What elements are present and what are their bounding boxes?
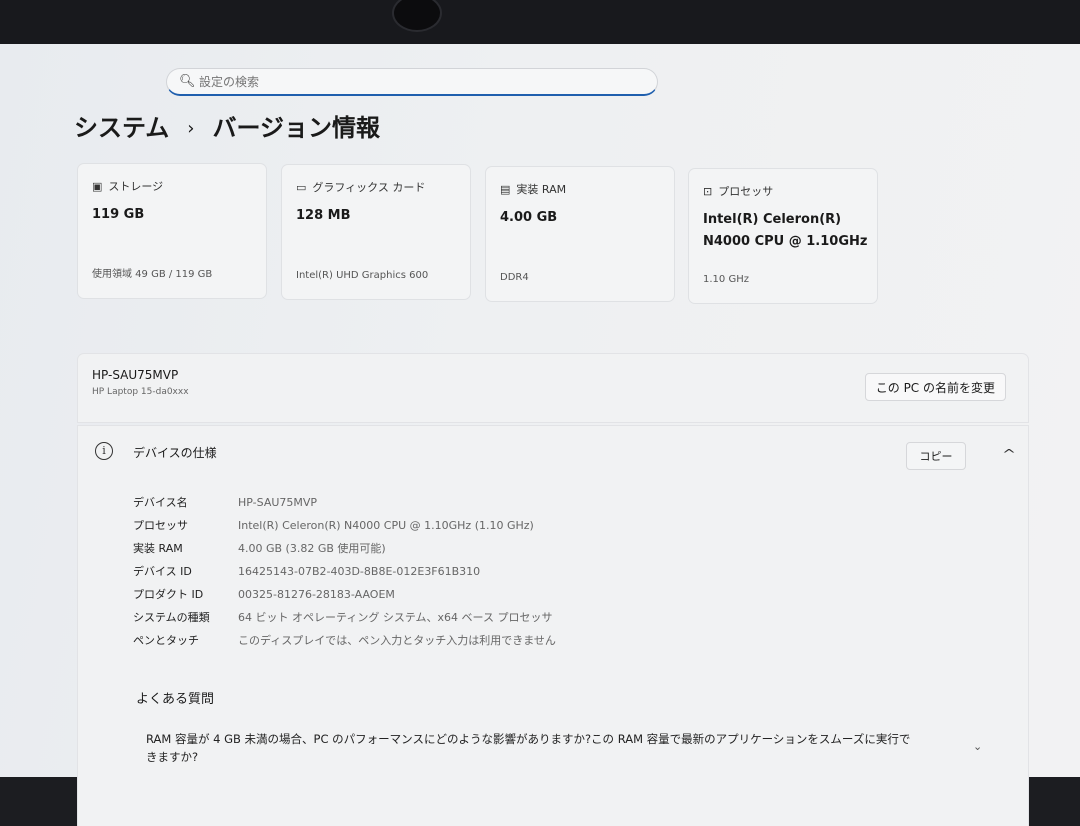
pc-name-panel: HP-SAU75MVP HP Laptop 15-da0xxx この PC の名…	[78, 354, 1028, 422]
rename-pc-button[interactable]: この PC の名前を変更	[864, 373, 1006, 401]
spec-value: 16425143-07B2-403D-8B8E-012E3F61B310	[238, 565, 481, 578]
chevron-down-icon[interactable]: ⌄	[973, 740, 982, 753]
ram-value: 4.00 GB	[500, 207, 557, 229]
spec-row-ram: 実装 RAM 4.00 GB (3.82 GB 使用可能)	[133, 540, 386, 562]
processor-label-row: ⊡ プロセッサ	[703, 183, 773, 199]
ram-icon: ▤	[500, 183, 511, 196]
graphics-value-text: 128 MB	[296, 208, 351, 223]
webcam	[392, 0, 442, 32]
device-specs-panel: i デバイスの仕様 コピー ^ デバイス名 HP-SAU75MVP プロセッサ In…	[78, 426, 1028, 826]
spec-key: デバイス名	[133, 496, 188, 509]
search-input[interactable]	[199, 72, 639, 92]
device-specs-title: デバイスの仕様	[133, 446, 217, 460]
pc-name: HP-SAU75MVP	[92, 368, 179, 382]
faq-title: よくある質問	[136, 692, 215, 707]
spec-key: デバイス ID	[133, 565, 192, 578]
processor-value: Intel(R) Celeron(R) N4000 CPU @ 1.10GHz	[703, 209, 867, 253]
spec-value: 64 ビット オペレーティング システム、x64 ベース プロセッサ	[238, 611, 553, 624]
processor-card: ⊡ プロセッサ Intel(R) Celeron(R) N4000 CPU @ 1…	[689, 169, 877, 303]
spec-value: Intel(R) Celeron(R) N4000 CPU @ 1.10GHz …	[238, 519, 534, 532]
spec-row-processor: プロセッサ Intel(R) Celeron(R) N4000 CPU @ 1.1…	[133, 517, 534, 539]
ram-label-row: ▤ 実装 RAM	[500, 181, 566, 197]
storage-label-row: ▣ ストレージ	[92, 178, 163, 194]
processor-value-line2: N4000 CPU @ 1.10GHz	[703, 234, 868, 249]
breadcrumb-parent[interactable]: システム	[74, 114, 169, 142]
ram-card: ▤ 実装 RAM 4.00 GB DDR4	[486, 167, 674, 301]
storage-value: 119 GB	[92, 204, 144, 226]
processor-value-line1: Intel(R) Celeron(R)	[703, 212, 842, 227]
chevron-up-icon[interactable]: ^	[1002, 447, 1016, 461]
spec-row-system-type: システムの種類 64 ビット オペレーティング システム、x64 ベース プロセッ…	[133, 609, 552, 631]
graphics-value: 128 MB	[296, 205, 351, 227]
spec-row-device-name: デバイス名 HP-SAU75MVP	[133, 494, 317, 516]
storage-card: ▣ ストレージ 119 GB 使用領域 49 GB / 119 GB	[78, 164, 266, 298]
ram-type: DDR4	[500, 272, 529, 283]
spec-value: 00325-81276-28183-AAOEM	[238, 588, 395, 601]
storage-usage: 使用領域 49 GB / 119 GB	[92, 269, 213, 280]
graphics-card-icon: ▭	[296, 181, 307, 194]
graphics-model: Intel(R) UHD Graphics 600	[296, 270, 429, 281]
spec-row-device-id: デバイス ID 16425143-07B2-403D-8B8E-012E3F61B…	[133, 563, 480, 585]
spec-value: HP-SAU75MVP	[238, 496, 318, 509]
info-icon: i	[95, 442, 113, 460]
spec-value: 4.00 GB (3.82 GB 使用可能)	[238, 542, 386, 555]
settings-window: 🔍︎ システム › バージョン情報 ▣ ストレージ 119 GB 使用領域 49 GB…	[0, 44, 1080, 826]
storage-label: ストレージ	[108, 180, 164, 193]
copy-button[interactable]: コピー	[906, 442, 966, 470]
ram-value-text: 4.00 GB	[500, 210, 558, 225]
spec-key: 実装 RAM	[133, 542, 183, 555]
storage-icon: ▣	[92, 180, 103, 193]
graphics-card: ▭ グラフィックス カード 128 MB Intel(R) UHD Graphic…	[282, 165, 470, 299]
pc-model: HP Laptop 15-da0xxx	[92, 387, 189, 397]
spec-key: ペンとタッチ	[133, 634, 199, 647]
graphics-label-row: ▭ グラフィックス カード	[296, 179, 425, 195]
spec-row-pen-touch: ペンとタッチ このディスプレイでは、ペン入力とタッチ入力は利用できません	[133, 632, 556, 654]
storage-value-text: 119 GB	[92, 207, 145, 222]
search-icon: 🔍︎	[179, 74, 196, 89]
graphics-label: グラフィックス カード	[312, 181, 426, 194]
spec-row-product-id: プロダクト ID 00325-81276-28183-AAOEM	[133, 586, 395, 608]
spec-value: このディスプレイでは、ペン入力とタッチ入力は利用できません	[238, 634, 556, 647]
ram-label: 実装 RAM	[516, 183, 567, 196]
breadcrumb-separator-icon: ›	[187, 118, 195, 139]
breadcrumb: システム › バージョン情報	[74, 108, 380, 143]
processor-speed: 1.10 GHz	[703, 274, 749, 285]
page-title: バージョン情報	[212, 114, 381, 142]
processor-label: プロセッサ	[718, 185, 774, 198]
spec-key: プロセッサ	[133, 519, 188, 532]
settings-search-box[interactable]: 🔍︎	[166, 68, 658, 96]
faq-question[interactable]: RAM 容量が 4 GB 未満の場合、PC のパフォーマンスにどのような影響があ…	[146, 730, 916, 766]
spec-key: システムの種類	[133, 611, 210, 624]
processor-icon: ⊡	[703, 185, 713, 198]
spec-key: プロダクト ID	[133, 588, 204, 601]
